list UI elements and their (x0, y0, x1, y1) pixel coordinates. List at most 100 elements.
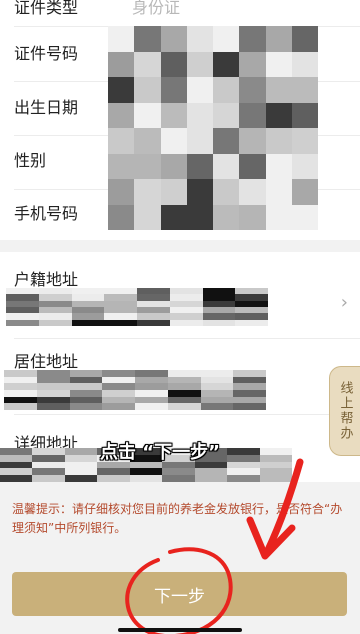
mosaic-cell (265, 179, 292, 205)
mosaic-cell (160, 128, 187, 154)
mosaic-cell (291, 153, 318, 179)
mosaic-cell (129, 475, 163, 482)
mosaic-cell (97, 475, 130, 482)
mosaic-cell (0, 454, 33, 462)
mosaic-cell (239, 128, 266, 154)
id-type-label: 证件类型 (14, 0, 79, 17)
mosaic-cell (135, 389, 168, 397)
mosaic-cell (239, 26, 266, 52)
chevron-right-icon[interactable]: › (341, 292, 348, 313)
mosaic-cell (291, 77, 318, 103)
mosaic-cell (160, 26, 187, 52)
mosaic-cell (213, 102, 240, 128)
mosaic-cell (134, 102, 161, 128)
mosaic-cell (239, 102, 266, 128)
mosaic-cell (36, 389, 70, 397)
mosaic-cell (4, 383, 37, 390)
household-address-label: 户籍地址 (14, 270, 79, 289)
mosaic-cell (160, 102, 187, 128)
mosaic-cell (32, 461, 65, 469)
mosaic-cell (64, 461, 98, 469)
mosaic-cell (4, 396, 37, 404)
mosaic-cell (32, 454, 65, 462)
mosaic-cell (32, 468, 65, 476)
mosaic-cell (160, 77, 187, 103)
mosaic-cell (36, 396, 70, 404)
mosaic-cell (102, 396, 135, 404)
mosaic-cell (102, 403, 135, 410)
mosaic-cell (108, 102, 135, 128)
mosaic-cell (186, 77, 213, 103)
tip-text: 温馨提示：请仔细核对您目前的养老金发放银行，是否符合“办理须知”中所列银行。 (12, 502, 343, 535)
mosaic-cell (69, 376, 103, 384)
divider (14, 338, 360, 339)
mosaic-cell (108, 153, 135, 179)
mosaic-cell (134, 204, 161, 230)
mosaic-cell (227, 475, 260, 482)
mosaic-cell (160, 179, 187, 205)
mosaic-cell (186, 51, 213, 77)
online-help-tab[interactable]: 线上帮办 (329, 366, 360, 456)
mosaic-cell (213, 179, 240, 205)
mosaic-cell (265, 153, 292, 179)
mosaic-cell (108, 204, 135, 230)
mosaic-cell (134, 128, 161, 154)
mosaic-cell (167, 396, 201, 404)
gender-label: 性别 (14, 151, 47, 170)
birth-date-label: 出生日期 (14, 98, 79, 117)
mosaic-cell (186, 204, 213, 230)
mosaic-cell (69, 383, 103, 390)
mosaic-cell (134, 26, 161, 52)
mosaic-cell (167, 370, 201, 377)
divider (14, 414, 360, 415)
mosaic-cell (135, 396, 168, 404)
phone-label: 手机号码 (14, 204, 79, 223)
mosaic-cell (36, 403, 70, 410)
mosaic-cell (233, 403, 266, 410)
mosaic-cell (186, 153, 213, 179)
mosaic-cell (102, 370, 135, 377)
mosaic-cell (265, 128, 292, 154)
mosaic-cell (69, 403, 103, 410)
mosaic-cell (227, 461, 260, 469)
mosaic-cell (108, 179, 135, 205)
mosaic-cell (213, 26, 240, 52)
mosaic-cell (129, 468, 163, 476)
mosaic-cell (233, 383, 266, 390)
mosaic-cell (200, 389, 234, 397)
mosaic-cell (200, 383, 234, 390)
mosaic-cell (167, 376, 201, 384)
mosaic-cell (227, 454, 260, 462)
mosaic-cell (265, 102, 292, 128)
mosaic-cell (71, 319, 105, 326)
mosaic-cell (291, 102, 318, 128)
mosaic-cell (227, 448, 260, 455)
mosaic-cell (64, 448, 98, 455)
mosaic-cell (36, 383, 70, 390)
mosaic-cell (291, 204, 318, 230)
mosaic-cell (186, 179, 213, 205)
mosaic-cell (200, 370, 234, 377)
mosaic-cell (167, 383, 201, 390)
mosaic-cell (135, 370, 168, 377)
mosaic-cell (265, 26, 292, 52)
mosaic-cell (213, 128, 240, 154)
mosaic-cell (97, 468, 130, 476)
mosaic-cell (69, 389, 103, 397)
id-type-value: 身份证 (132, 0, 181, 17)
mosaic-cell (4, 376, 37, 384)
mosaic-cell (134, 153, 161, 179)
mosaic-cell (239, 51, 266, 77)
mosaic-cell (200, 376, 234, 384)
mosaic-cell (0, 475, 33, 482)
mosaic-cell (4, 403, 37, 410)
next-step-button[interactable]: 下一步 (12, 572, 347, 616)
mosaic-cell (239, 179, 266, 205)
mosaic-cell (69, 370, 103, 377)
mosaic-cell (291, 26, 318, 52)
mosaic-cell (213, 204, 240, 230)
redacted-residence-address (4, 370, 266, 410)
mosaic-cell (0, 468, 33, 476)
mosaic-cell (200, 403, 234, 410)
mosaic-cell (167, 389, 201, 397)
